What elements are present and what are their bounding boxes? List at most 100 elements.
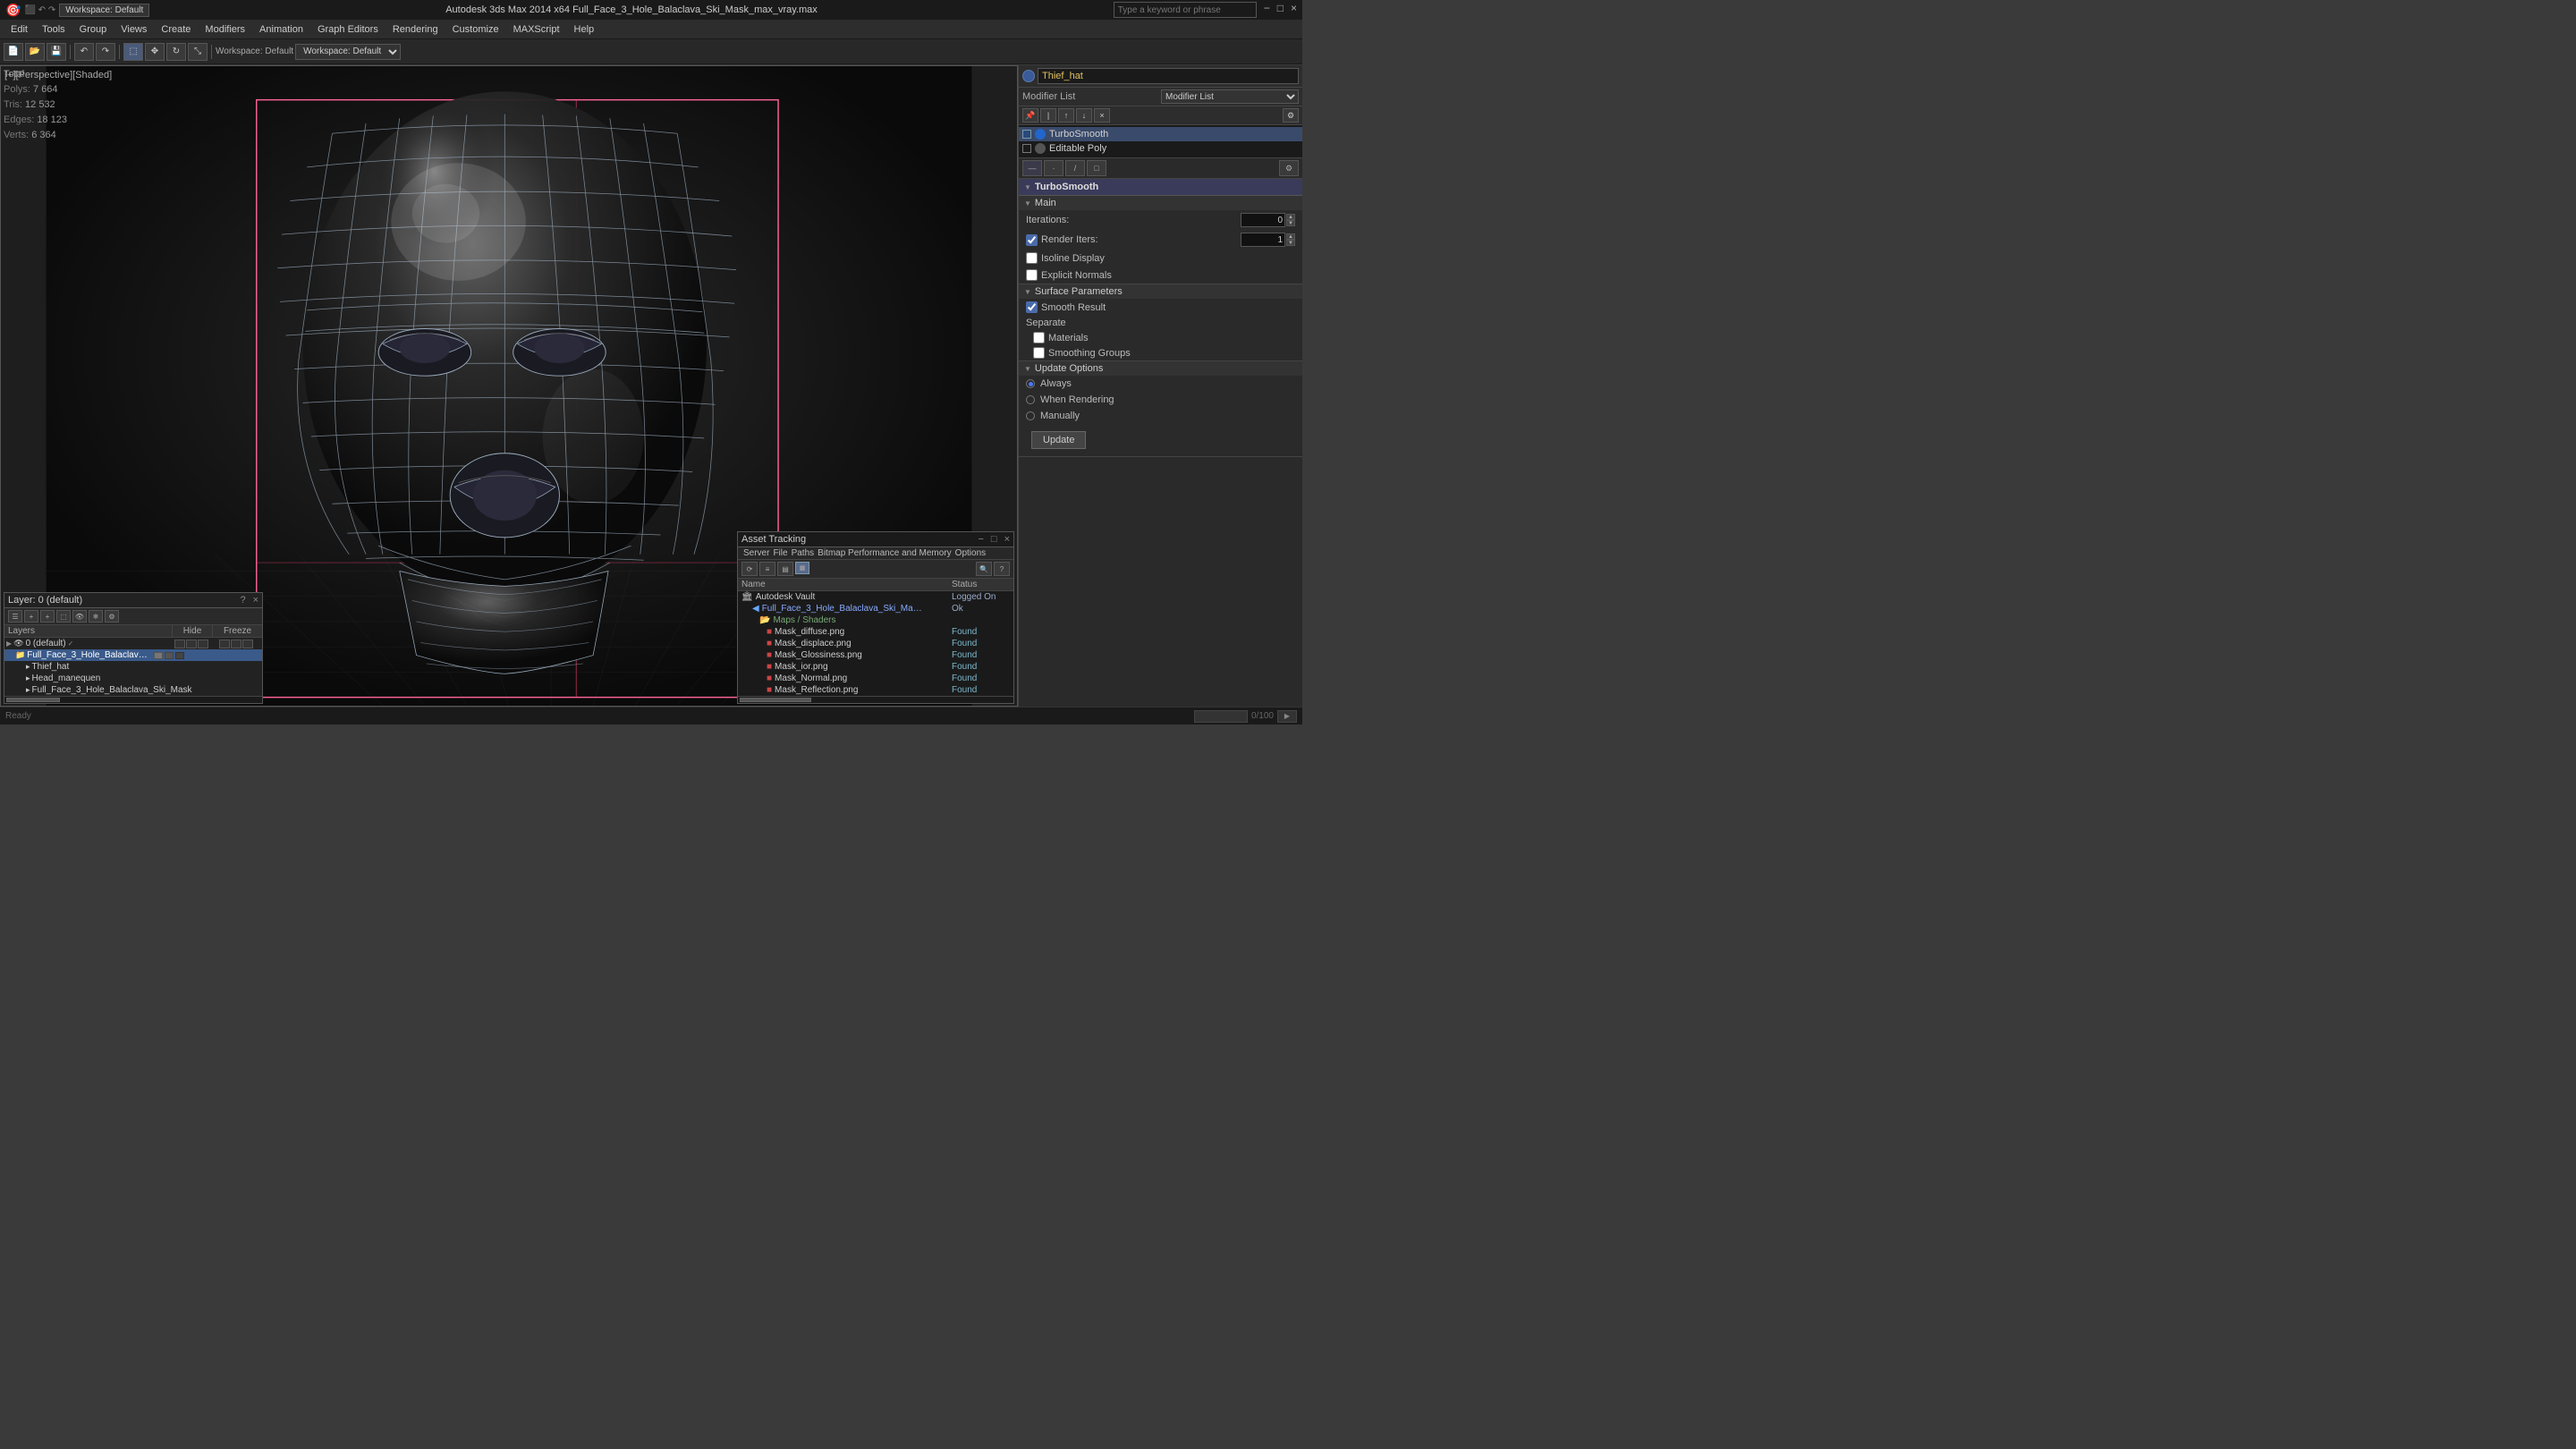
at-menu-paths[interactable]: Paths	[792, 548, 815, 558]
close-button[interactable]: ×	[1291, 2, 1297, 18]
at-scroll-thumb[interactable]	[740, 698, 811, 702]
redo-button[interactable]: ↷	[96, 43, 115, 61]
hide-toggle[interactable]	[174, 640, 185, 648]
at-reflection-row[interactable]: ■ Mask_Reflection.png Found	[738, 684, 1013, 696]
window-controls[interactable]: − □ ×	[1114, 2, 1297, 18]
expand-arrow[interactable]: ▶	[6, 640, 12, 648]
play-button[interactable]: ▶	[1277, 710, 1297, 723]
restore-button[interactable]: □	[1277, 2, 1284, 18]
at-ior-row[interactable]: ■ Mask_ior.png Found	[738, 661, 1013, 673]
menu-group[interactable]: Group	[72, 22, 114, 37]
scale-button[interactable]: ⤡	[188, 43, 208, 61]
layer-select-all[interactable]: ☰	[8, 610, 22, 623]
hide-toggle2[interactable]	[186, 640, 197, 648]
at-help-button[interactable]: ?	[994, 562, 1010, 576]
at-normal-row[interactable]: ■ Mask_Normal.png Found	[738, 673, 1013, 684]
when-rendering-radio[interactable]	[1026, 395, 1035, 404]
layer-row-fullface[interactable]: 📁 Full_Face_3_Hole_Balaclava_Ski_Mask	[4, 649, 262, 661]
at-minimize[interactable]: −	[978, 534, 983, 545]
pin-stack-button[interactable]: 📌	[1022, 108, 1038, 123]
timeline-bar[interactable]	[1194, 710, 1248, 723]
select-button[interactable]: ⬚	[123, 43, 143, 61]
workspace-select[interactable]: Workspace: Default	[295, 44, 401, 60]
configure-button[interactable]: ⚙	[1283, 108, 1299, 123]
menu-rendering[interactable]: Rendering	[386, 22, 445, 37]
sub-object-none[interactable]: —	[1022, 160, 1042, 176]
modifier-list-dropdown[interactable]: Modifier List	[1161, 89, 1299, 104]
smooth-result-checkbox[interactable]	[1026, 301, 1038, 313]
keyword-search-input[interactable]	[1114, 2, 1257, 18]
remove-modifier-button[interactable]: ×	[1094, 108, 1110, 123]
layer-add-selected[interactable]: +	[40, 610, 55, 623]
iterations-spinner[interactable]: ▲ ▼	[1286, 214, 1295, 226]
at-vault-row[interactable]: 🏛 Autodesk Vault Logged On	[738, 591, 1013, 603]
at-details-view-button[interactable]: ▤	[777, 562, 793, 576]
iterations-input[interactable]	[1241, 213, 1285, 227]
editable-poly-modifier-item[interactable]: Editable Poly	[1019, 141, 1302, 156]
render-iters-input[interactable]	[1241, 233, 1285, 247]
menu-animation[interactable]: Animation	[252, 22, 310, 37]
at-mainfile-row[interactable]: ◀ Full_Face_3_Hole_Balaclava_Ski_Mask_ma…	[738, 603, 1013, 614]
menu-help[interactable]: Help	[567, 22, 602, 37]
move-modifier-up[interactable]: ↑	[1058, 108, 1074, 123]
at-menu-server[interactable]: Server	[743, 548, 769, 558]
always-radio[interactable]	[1026, 379, 1035, 388]
at-maps-row[interactable]: 📂 Maps / Shaders	[738, 614, 1013, 626]
manually-radio[interactable]	[1026, 411, 1035, 420]
materials-checkbox[interactable]	[1033, 332, 1045, 343]
quick-access[interactable]: ⬛ ↶ ↷	[24, 5, 55, 15]
poly-mode[interactable]: □	[1087, 160, 1106, 176]
layer-scroll-thumb[interactable]	[6, 698, 60, 702]
workspace-dropdown[interactable]: Workspace: Default	[59, 4, 149, 17]
at-thumb-view-button[interactable]: ▦	[795, 562, 809, 574]
main-section-header[interactable]: ▼ Main	[1019, 196, 1302, 210]
menu-maxscript[interactable]: MAXScript	[506, 22, 567, 37]
layer-settings[interactable]: ⚙	[105, 610, 119, 623]
at-restore[interactable]: □	[991, 534, 997, 545]
undo-button[interactable]: ↶	[74, 43, 94, 61]
turbosmooth-collapse-arrow[interactable]: ▼	[1024, 183, 1031, 191]
at-close[interactable]: ×	[1004, 534, 1010, 545]
render-iters-spinner[interactable]: ▲ ▼	[1286, 233, 1295, 246]
layer-row-default[interactable]: ▶ 👁 0 (default) ✓	[4, 638, 262, 649]
save-button[interactable]: 💾	[47, 43, 66, 61]
at-horizontal-scrollbar[interactable]	[738, 696, 1013, 703]
editable-poly-checkbox[interactable]	[1022, 144, 1031, 153]
isoline-display-checkbox[interactable]	[1026, 252, 1038, 264]
layer-help-button[interactable]: ?	[240, 595, 245, 606]
at-menu-bitmap[interactable]: Bitmap Performance and Memory	[818, 548, 952, 558]
vertex-mode[interactable]: ·	[1044, 160, 1063, 176]
at-menu-options[interactable]: Options	[955, 548, 986, 558]
hide-toggle3[interactable]	[198, 640, 208, 648]
menu-graph-editors[interactable]: Graph Editors	[310, 22, 386, 37]
new-button[interactable]: 📄	[4, 43, 23, 61]
layer-new[interactable]: +	[24, 610, 38, 623]
layer-select-objects[interactable]: ⬚	[56, 610, 71, 623]
at-diffuse-row[interactable]: ■ Mask_diffuse.png Found	[738, 626, 1013, 638]
surface-params-header[interactable]: ▼ Surface Parameters	[1019, 284, 1302, 299]
move-button[interactable]: ✥	[145, 43, 165, 61]
edge-mode[interactable]: /	[1065, 160, 1085, 176]
at-refresh-button[interactable]: ⟳	[741, 562, 758, 576]
freeze-toggle3[interactable]	[242, 640, 253, 648]
configure-right[interactable]: ⚙	[1279, 160, 1299, 176]
smoothing-groups-checkbox[interactable]	[1033, 347, 1045, 359]
render-iters-checkbox[interactable]	[1026, 234, 1038, 246]
show-all-button[interactable]: |	[1040, 108, 1056, 123]
at-menu-file[interactable]: File	[773, 548, 787, 558]
minimize-button[interactable]: −	[1264, 2, 1270, 18]
update-button[interactable]: Update	[1031, 431, 1086, 449]
turbosmooth-checkbox[interactable]	[1022, 130, 1031, 139]
layer-freeze-all[interactable]: ❄	[89, 610, 103, 623]
layer-hide-all[interactable]: 👁	[72, 610, 87, 623]
move-modifier-down[interactable]: ↓	[1076, 108, 1092, 123]
at-list-view-button[interactable]: ≡	[759, 562, 775, 576]
at-search-button[interactable]: 🔍	[976, 562, 992, 576]
layer-row-headmanequen[interactable]: ▸ Head_manequen	[4, 673, 262, 684]
layer-scrollbar[interactable]	[4, 696, 262, 703]
menu-views[interactable]: Views	[114, 22, 154, 37]
menu-tools[interactable]: Tools	[35, 22, 72, 37]
freeze-toggle[interactable]	[219, 640, 230, 648]
rotate-button[interactable]: ↻	[166, 43, 186, 61]
at-glossiness-row[interactable]: ■ Mask_Glossiness.png Found	[738, 649, 1013, 661]
